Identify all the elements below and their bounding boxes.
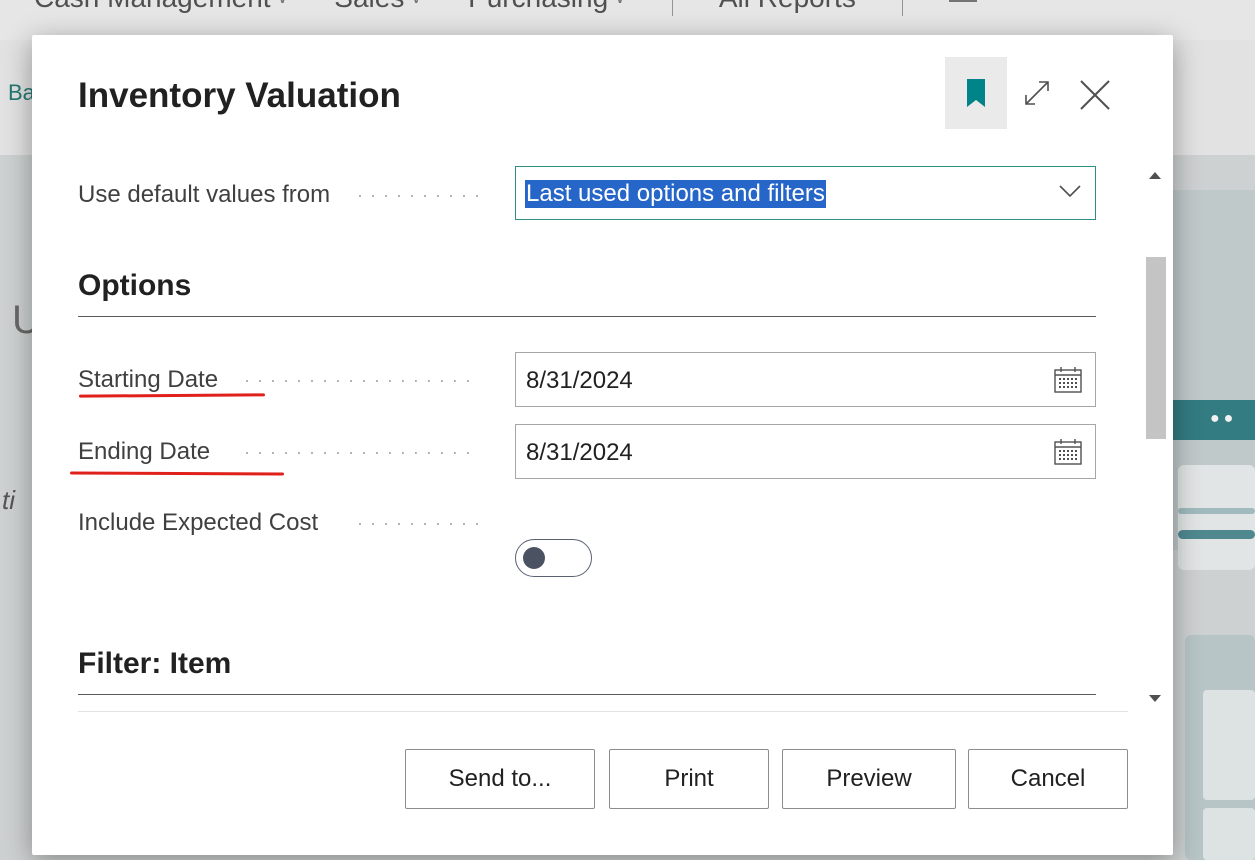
expand-button[interactable] — [1017, 73, 1057, 113]
section-divider — [78, 316, 1096, 317]
default-values-label: Use default values from — [78, 181, 331, 208]
ending-date-input[interactable]: 8/31/2024 — [515, 424, 1096, 479]
red-annotation-underline — [78, 393, 266, 398]
calendar-icon[interactable] — [1053, 366, 1083, 394]
bookmark-icon — [967, 79, 985, 107]
filter-item-section-title[interactable]: Filter: Item — [78, 647, 231, 681]
label-leader-dots: ·········· — [357, 513, 487, 533]
ending-date-value: 8/31/2024 — [526, 439, 633, 466]
calendar-icon[interactable] — [1053, 438, 1083, 466]
cancel-button[interactable]: Cancel — [968, 749, 1128, 809]
toggle-knob — [523, 547, 545, 569]
options-section-title[interactable]: Options — [78, 269, 191, 303]
label-leader-dots: ·················· — [244, 370, 478, 390]
red-annotation-underline — [69, 471, 285, 476]
close-icon — [1080, 80, 1110, 110]
starting-date-input[interactable]: 8/31/2024 — [515, 352, 1096, 407]
close-button[interactable] — [1075, 75, 1115, 115]
dialog-content: Use default values from ·········· Last … — [32, 163, 1130, 711]
label-leader-dots: ·········· — [357, 185, 487, 205]
scrollbar-thumb[interactable] — [1146, 257, 1166, 439]
starting-date-value: 8/31/2024 — [526, 367, 633, 394]
default-values-selected-value: Last used options and filters — [525, 180, 826, 208]
scroll-up-arrow-icon[interactable] — [1140, 163, 1170, 187]
inventory-valuation-dialog: Inventory Valuation Use default values f… — [32, 35, 1173, 855]
preview-button[interactable]: Preview — [782, 749, 956, 809]
expand-icon — [1025, 81, 1049, 105]
include-expected-cost-toggle[interactable] — [515, 539, 592, 577]
starting-date-label: Starting Date — [78, 366, 219, 393]
section-divider — [78, 694, 1096, 695]
dialog-title: Inventory Valuation — [78, 76, 401, 115]
ending-date-label: Ending Date — [78, 438, 211, 465]
bookmark-button[interactable] — [945, 57, 1007, 129]
chevron-down-icon — [1059, 185, 1081, 198]
include-expected-cost-label: Include Expected Cost — [78, 509, 319, 536]
dialog-scrollbar[interactable] — [1140, 163, 1170, 711]
scroll-down-arrow-icon[interactable] — [1140, 687, 1170, 711]
label-leader-dots: ·················· — [244, 442, 478, 462]
default-values-select[interactable]: Last used options and filters — [515, 166, 1096, 220]
print-button[interactable]: Print — [609, 749, 769, 809]
send-to-button[interactable]: Send to... — [405, 749, 595, 809]
footer-divider — [78, 711, 1128, 712]
